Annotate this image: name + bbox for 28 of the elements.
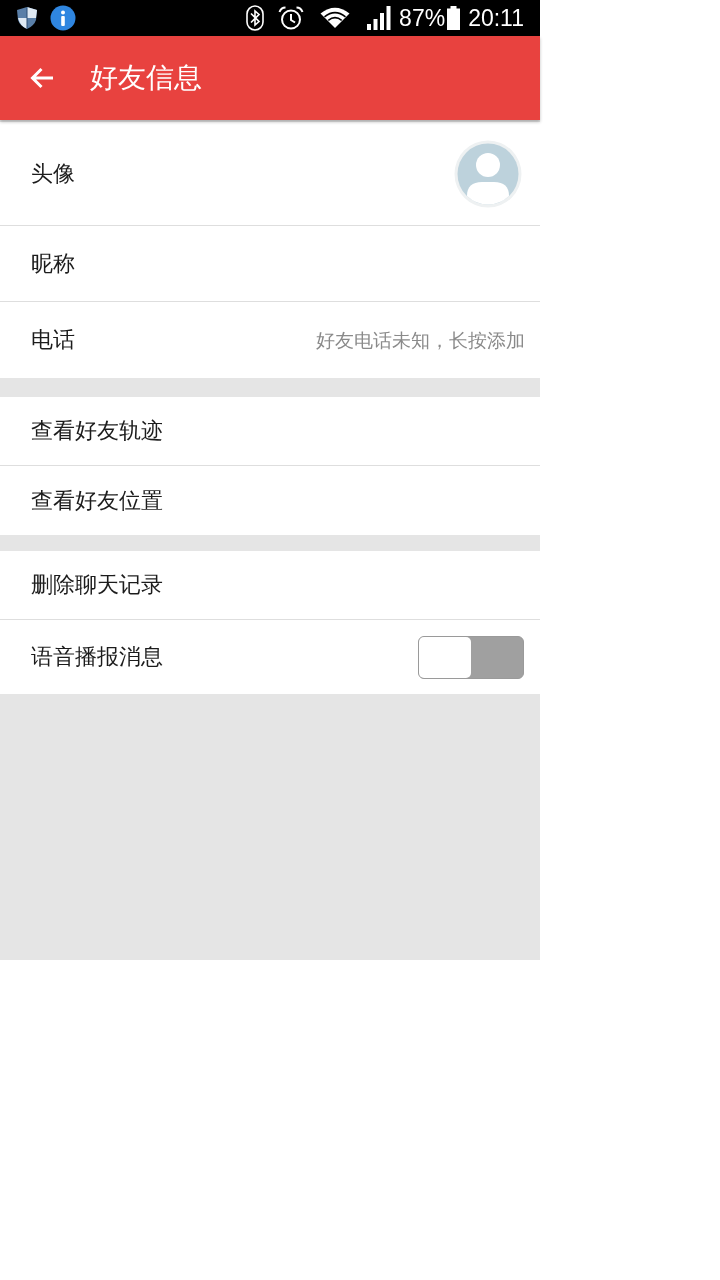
- settings-row[interactable]: 删除聊天记录: [0, 551, 540, 620]
- battery-icon: [447, 6, 461, 30]
- settings-row[interactable]: 昵称: [0, 226, 540, 302]
- avatar-icon: [454, 139, 522, 208]
- signal-icon: [367, 6, 392, 30]
- toggle-switch[interactable]: [418, 635, 524, 679]
- row-label: 删除聊天记录: [31, 574, 163, 596]
- row-label: 查看好友轨迹: [31, 420, 163, 442]
- settings-row[interactable]: 语音播报消息: [0, 620, 540, 694]
- info-icon: [50, 5, 76, 31]
- row-label: 查看好友位置: [31, 489, 163, 512]
- back-arrow-icon: [30, 67, 54, 89]
- row-label: 语音播报消息: [31, 646, 163, 668]
- battery-level: 87%: [399, 6, 446, 30]
- bluetooth-icon: [246, 5, 265, 31]
- phone-hint: 好友电话未知，长按添加: [316, 330, 525, 350]
- settings-row[interactable]: 头像: [0, 122, 540, 226]
- settings-row[interactable]: 电话 好友电话未知，长按添加: [0, 302, 540, 378]
- settings-row[interactable]: 查看好友轨迹: [0, 397, 540, 466]
- shield-icon: [16, 6, 38, 30]
- wifi-icon: [320, 7, 351, 29]
- row-label: 电话: [31, 329, 75, 351]
- alarm-clock-icon: [278, 6, 305, 30]
- screen-title: 好友信息: [90, 64, 202, 92]
- row-label: 昵称: [31, 252, 75, 275]
- settings-row[interactable]: 查看好友位置: [0, 466, 540, 535]
- clock-time: 20:11: [468, 6, 524, 30]
- row-label: 头像: [31, 162, 75, 185]
